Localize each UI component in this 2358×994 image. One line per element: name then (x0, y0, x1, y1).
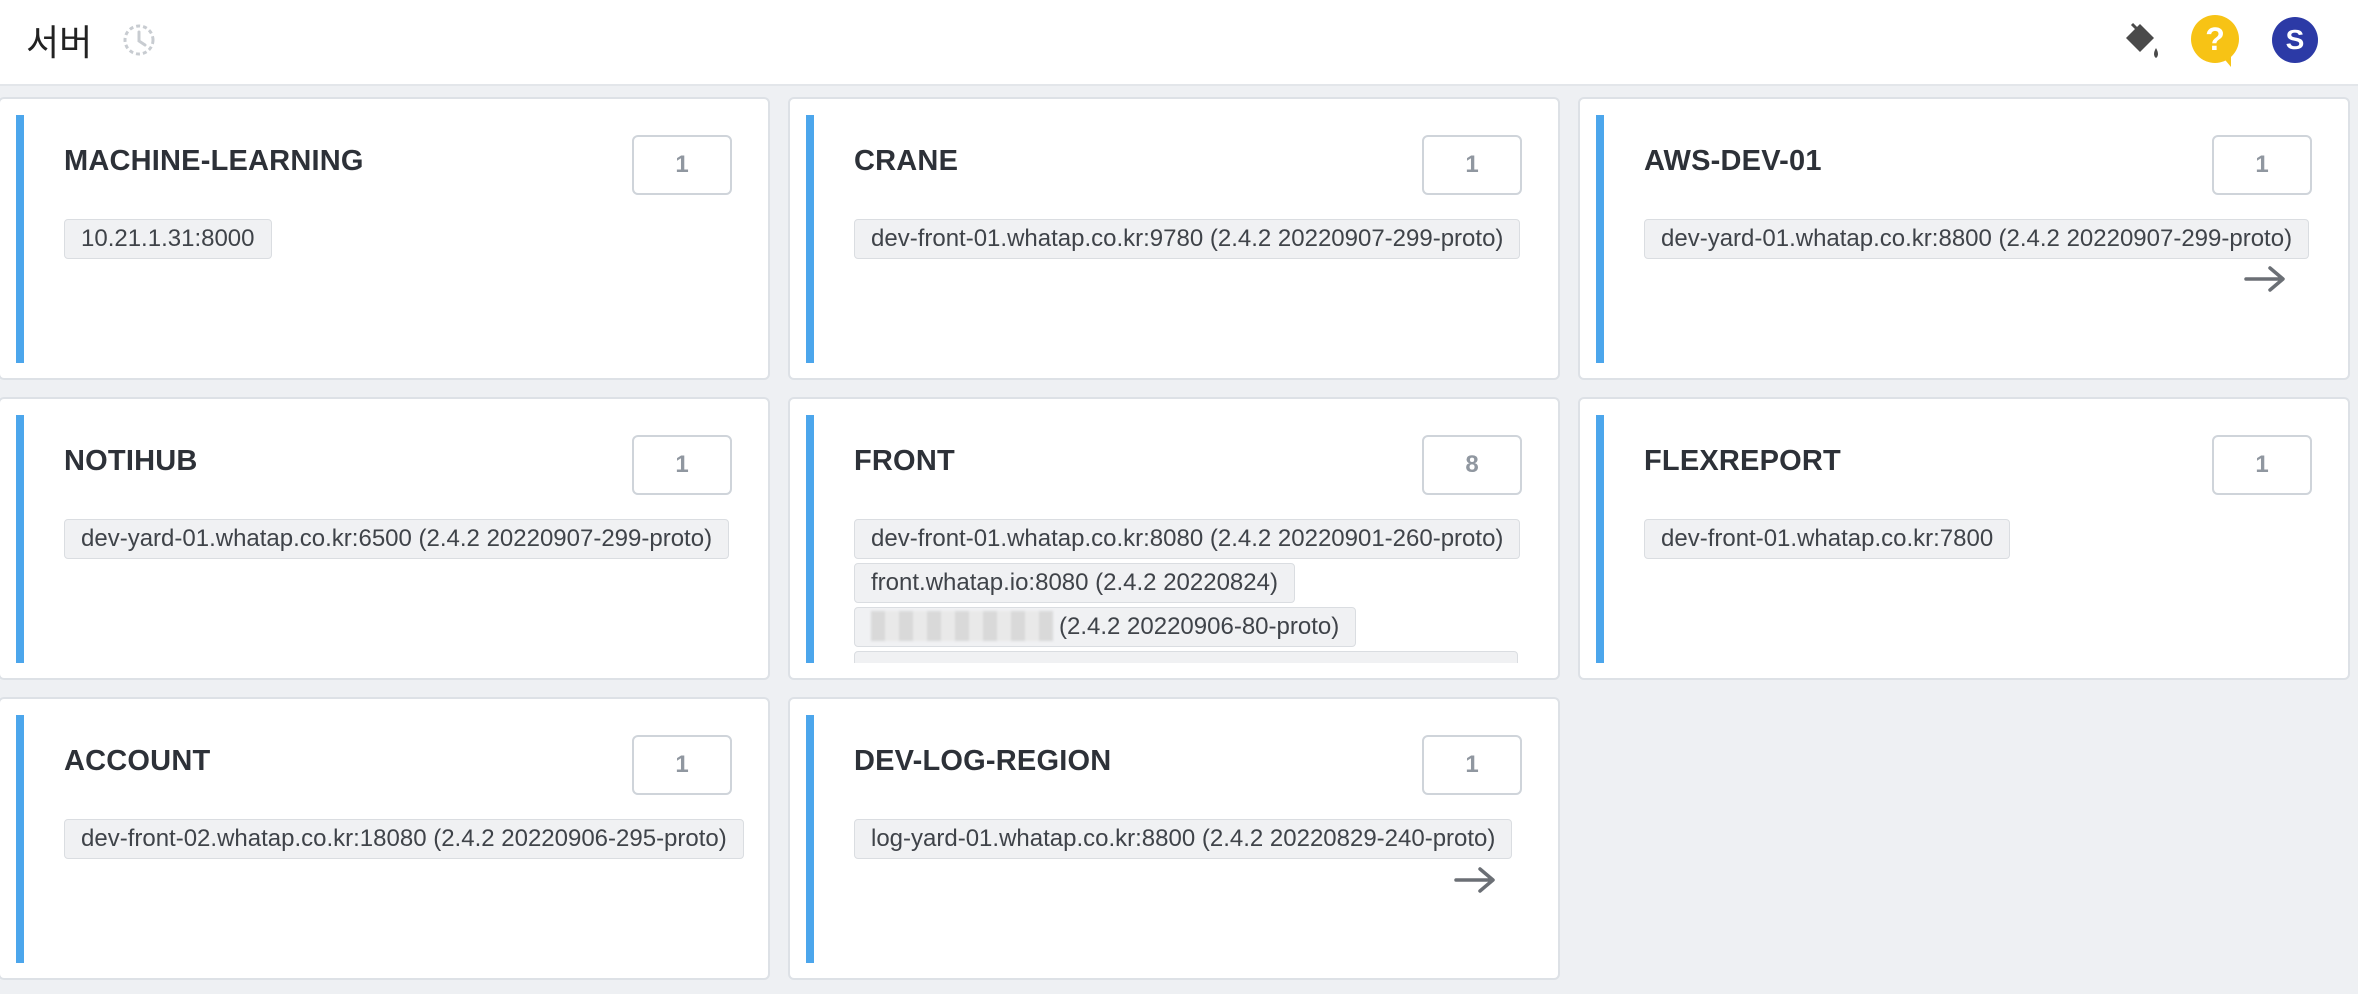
instance-chip[interactable]: dev-yard-01.whatap.co.kr:6500 (2.4.2 202… (64, 519, 730, 559)
server-card-aws-dev-01[interactable]: AWS-DEV-01 1 dev-yard-01.whatap.co.kr:88… (1578, 97, 2350, 380)
help-icon[interactable]: ? (2191, 15, 2239, 67)
instance-version: (2.4.2 20220906-80-proto) (1059, 613, 1340, 640)
instance-count-badge[interactable]: 1 (1422, 735, 1522, 795)
instance-chip[interactable]: (2.4.2 20220906-80-proto) (854, 607, 1357, 647)
instance-chip[interactable]: 10.21.1.31:8000 (64, 219, 272, 259)
page-title: 서버 (26, 23, 93, 64)
instance-list: dev-front-02.whatap.co.kr:18080 (2.4.2 2… (64, 819, 748, 978)
card-accent-bar (1596, 115, 1604, 363)
instance-chip[interactable]: dev-front-01.whatap.co.kr:8080 (2.4.2 20… (854, 519, 1521, 559)
card-title: DEV-LOG-REGION (854, 745, 1112, 777)
card-accent-bar (16, 415, 24, 663)
card-title: ACCOUNT (64, 745, 211, 777)
avatar[interactable]: S (2272, 17, 2318, 63)
server-card-crane[interactable]: CRANE 1 dev-front-01.whatap.co.kr:9780 (… (788, 97, 1560, 380)
card-accent-bar (16, 715, 24, 963)
instance-list: 10.21.1.31:8000 (64, 219, 748, 378)
instance-chip[interactable]: dev-front-02.whatap.co.kr:18080 (2.4.2 2… (64, 819, 744, 859)
card-accent-bar (806, 715, 814, 963)
instance-count-badge[interactable]: 1 (632, 735, 732, 795)
instance-list: dev-front-01.whatap.co.kr:7800 (1644, 519, 2328, 678)
server-card-flexreport[interactable]: FLEXREPORT 1 dev-front-01.whatap.co.kr:7… (1578, 397, 2350, 680)
instance-count-badge[interactable]: 1 (632, 135, 732, 195)
server-card-notihub[interactable]: NOTIHUB 1 dev-yard-01.whatap.co.kr:6500 … (0, 397, 770, 680)
instance-count-badge[interactable]: 1 (632, 435, 732, 495)
server-card-machine-learning[interactable]: MACHINE-LEARNING 1 10.21.1.31:8000 (0, 97, 770, 380)
card-accent-bar (806, 115, 814, 363)
server-card-front[interactable]: FRONT 8 dev-front-01.whatap.co.kr:8080 (… (788, 397, 1560, 680)
card-title: MACHINE-LEARNING (64, 145, 364, 177)
instance-count-badge[interactable]: 1 (2212, 135, 2312, 195)
card-title: NOTIHUB (64, 445, 198, 477)
instance-chip[interactable] (854, 651, 1518, 663)
instance-list: dev-yard-01.whatap.co.kr:8800 (2.4.2 202… (1644, 219, 2328, 378)
arrow-right-icon[interactable] (2244, 264, 2288, 294)
server-card-dev-log-region[interactable]: DEV-LOG-REGION 1 log-yard-01.whatap.co.k… (788, 697, 1560, 980)
instance-count-badge[interactable]: 1 (1422, 135, 1522, 195)
instance-chip[interactable]: front.whatap.io:8080 (2.4.2 20220824) (854, 563, 1295, 603)
card-accent-bar (806, 415, 814, 663)
instance-chip[interactable]: dev-front-01.whatap.co.kr:7800 (1644, 519, 2011, 559)
instance-count-badge[interactable]: 8 (1422, 435, 1522, 495)
arrow-right-icon[interactable] (1454, 865, 1498, 895)
redacted-host (871, 611, 1053, 641)
card-accent-bar (16, 115, 24, 363)
history-icon[interactable] (120, 21, 158, 59)
card-title: AWS-DEV-01 (1644, 145, 1822, 177)
card-title: FLEXREPORT (1644, 445, 1841, 477)
card-title: FRONT (854, 445, 955, 477)
card-accent-bar (1596, 415, 1604, 663)
paint-bucket-icon[interactable] (2118, 18, 2164, 64)
instance-chip[interactable]: log-yard-01.whatap.co.kr:8800 (2.4.2 202… (854, 819, 1513, 859)
instance-list: dev-front-01.whatap.co.kr:9780 (2.4.2 20… (854, 219, 1538, 378)
instance-list: dev-front-01.whatap.co.kr:8080 (2.4.2 20… (854, 519, 1538, 663)
instance-chip[interactable]: dev-yard-01.whatap.co.kr:8800 (2.4.2 202… (1644, 219, 2310, 259)
card-title: CRANE (854, 145, 959, 177)
top-bar: 서버 ? S (0, 0, 2358, 86)
server-card-account[interactable]: ACCOUNT 1 dev-front-02.whatap.co.kr:1808… (0, 697, 770, 980)
instance-count-badge[interactable]: 1 (2212, 435, 2312, 495)
instance-list: log-yard-01.whatap.co.kr:8800 (2.4.2 202… (854, 819, 1538, 978)
instance-list: dev-yard-01.whatap.co.kr:6500 (2.4.2 202… (64, 519, 748, 678)
instance-chip[interactable]: dev-front-01.whatap.co.kr:9780 (2.4.2 20… (854, 219, 1521, 259)
